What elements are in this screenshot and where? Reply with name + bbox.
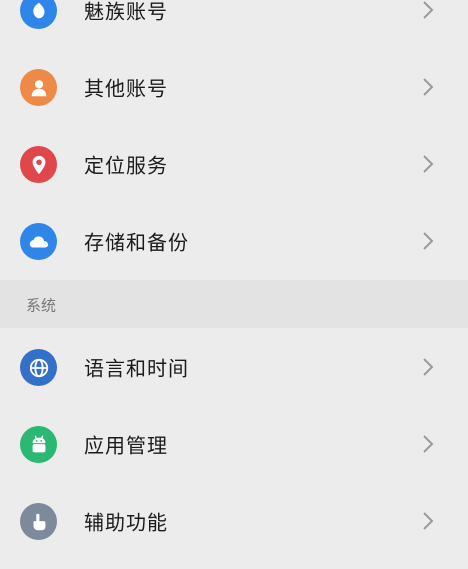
section-title: 系统 [26, 296, 57, 314]
settings-item-label: 其他账号 [84, 76, 168, 101]
settings-item-meizu-account[interactable]: 魅族账号 [0, 0, 468, 49]
settings-item-location-service[interactable]: 定位服务 [0, 125, 468, 203]
settings-item-language-time[interactable]: 语言和时间 [0, 328, 468, 406]
chevron-right-icon [423, 78, 434, 96]
settings-item-app-management[interactable]: 应用管理 [0, 405, 468, 483]
settings-item-label: 定位服务 [84, 153, 168, 178]
chevron-right-icon [423, 358, 434, 376]
settings-item-label: 语言和时间 [84, 356, 189, 381]
settings-item-label: 应用管理 [84, 433, 168, 458]
chevron-right-icon [423, 512, 434, 530]
settings-item-other-accounts[interactable]: 其他账号 [0, 48, 468, 126]
settings-item-storage-backup[interactable]: 存储和备份 [0, 202, 468, 280]
user-icon [20, 69, 57, 106]
globe-icon [20, 349, 57, 386]
meizu-account-icon [20, 0, 57, 29]
hand-icon [20, 503, 57, 540]
android-icon [20, 426, 57, 463]
settings-list: 魅族账号 其他账号 定位服务 存储和备份 系统 语言和时间 应用管理 辅助功能 [0, 0, 468, 569]
settings-item-accessibility[interactable]: 辅助功能 [0, 482, 468, 560]
settings-item-label: 魅族账号 [84, 0, 168, 24]
settings-item-label: 存储和备份 [84, 230, 189, 255]
location-pin-icon [20, 146, 57, 183]
chevron-right-icon [423, 155, 434, 173]
chevron-right-icon [423, 232, 434, 250]
settings-item-label: 辅助功能 [84, 510, 168, 535]
section-header-system: 系统 [0, 280, 468, 329]
chevron-right-icon [423, 435, 434, 453]
cloud-icon [20, 223, 57, 260]
chevron-right-icon [423, 1, 434, 19]
